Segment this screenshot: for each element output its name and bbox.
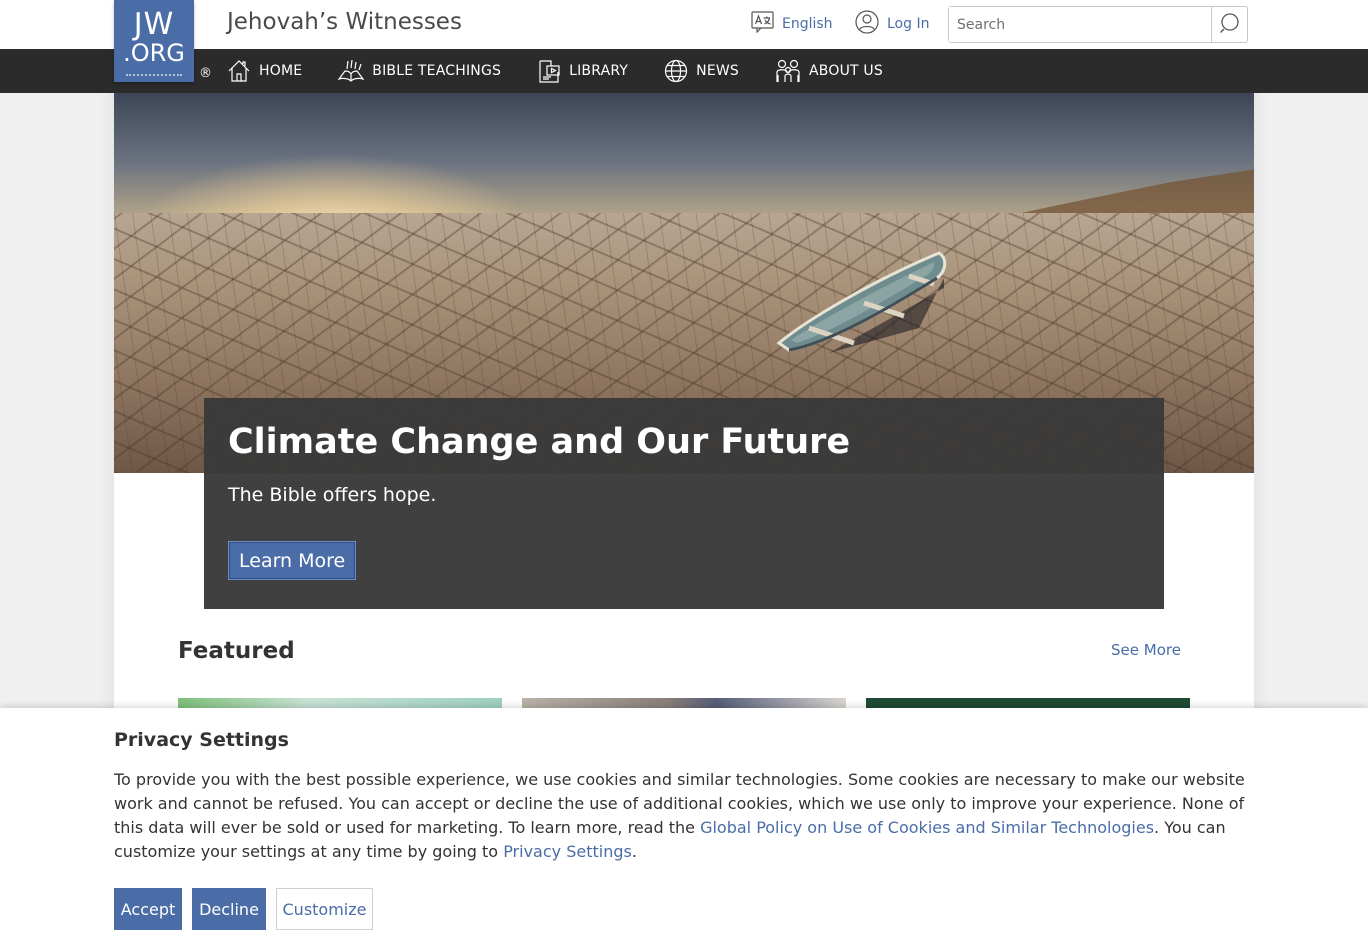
privacy-text: To provide you with the best possible ex… xyxy=(114,768,1259,864)
privacy-settings-link[interactable]: Privacy Settings xyxy=(503,842,632,861)
language-label: English xyxy=(782,16,833,32)
decline-button[interactable]: Decline xyxy=(192,888,266,930)
logo-dots xyxy=(126,74,182,76)
library-icon xyxy=(537,58,561,84)
accept-button[interactable]: Accept xyxy=(114,888,182,930)
nav-item-library[interactable]: LIBRARY xyxy=(537,58,628,84)
search-button[interactable] xyxy=(1211,7,1247,42)
nav-label-library: LIBRARY xyxy=(569,63,629,79)
hero-title[interactable]: Climate Change and Our Future xyxy=(228,422,850,462)
main-nav: HOME BIBLE TEACHINGS LIBRARY NEWS ABOUT … xyxy=(227,49,919,93)
boat-illustration xyxy=(776,251,947,353)
search-input[interactable] xyxy=(949,7,1211,42)
search-box xyxy=(948,6,1248,43)
cookie-policy-link[interactable]: Global Policy on Use of Cookies and Simi… xyxy=(700,818,1154,837)
customize-button[interactable]: Customize xyxy=(276,888,373,930)
translate-icon xyxy=(751,11,774,37)
people-icon xyxy=(775,59,801,83)
registered-mark: ® xyxy=(199,66,212,81)
language-selector[interactable]: English xyxy=(751,11,833,37)
open-bible-icon xyxy=(338,59,365,83)
search-icon xyxy=(1219,12,1241,38)
hero-subtitle: The Bible offers hope. xyxy=(228,484,437,506)
see-more-link[interactable]: See More xyxy=(1111,641,1181,659)
nav-label-news: NEWS xyxy=(696,63,740,79)
login-link[interactable]: Log In xyxy=(855,10,930,38)
nav-item-news[interactable]: NEWS xyxy=(664,59,739,83)
nav-label-bible-teachings: BIBLE TEACHINGS xyxy=(372,63,502,79)
hero-card: Climate Change and Our Future The Bible … xyxy=(204,398,1164,609)
nav-label-about-us: ABOUT US xyxy=(809,63,883,79)
logo-text-jw: JW xyxy=(133,7,175,42)
privacy-title: Privacy Settings xyxy=(114,729,289,751)
login-label: Log In xyxy=(887,16,930,32)
logo-text-org: .ORG xyxy=(123,39,185,67)
nav-item-about-us[interactable]: ABOUT US xyxy=(775,59,883,83)
featured-heading: Featured xyxy=(178,638,295,664)
site-title[interactable]: Jehovah’s Witnesses xyxy=(227,9,462,35)
user-icon xyxy=(855,10,879,38)
globe-icon xyxy=(664,59,688,83)
nav-label-home: HOME xyxy=(259,63,303,79)
nav-item-bible-teachings[interactable]: BIBLE TEACHINGS xyxy=(338,59,501,83)
privacy-banner: Privacy Settings To provide you with the… xyxy=(0,708,1368,950)
jw-org-logo[interactable]: JW .ORG xyxy=(114,0,194,82)
nav-item-home[interactable]: HOME xyxy=(227,59,302,83)
home-icon xyxy=(227,59,251,83)
privacy-text-part3: . xyxy=(631,842,637,861)
learn-more-button[interactable]: Learn More xyxy=(228,541,357,580)
